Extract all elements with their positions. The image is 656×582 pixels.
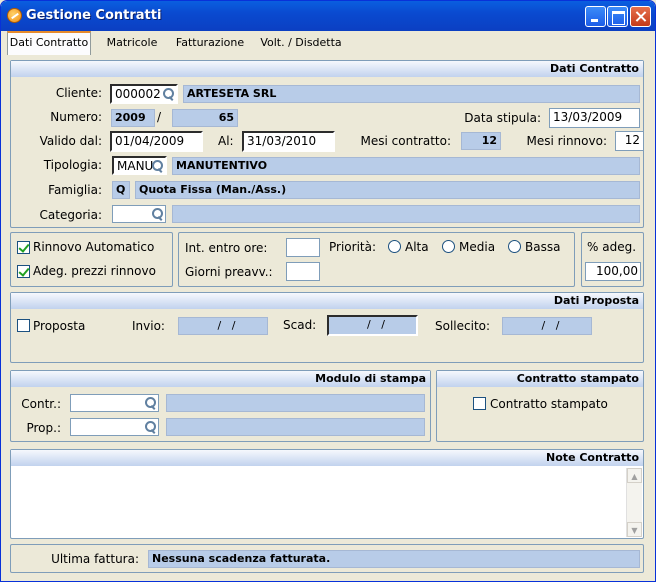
priorita-label: Priorità: [329,240,377,254]
search-icon[interactable] [151,207,164,221]
famiglia-code-field: Q [112,181,130,199]
al-label: Al: [218,134,234,148]
adeg-perc-group: % adeg. 100,00 [581,232,644,287]
contract-panel: Dati Contratto Cliente: 000002 ARTESETA … [10,60,644,228]
window: Gestione Contratti Dati Contratto Matric… [0,0,656,582]
close-button[interactable] [630,6,651,27]
search-icon[interactable] [162,87,175,101]
stampato-header: Contratto stampato [437,371,643,387]
int-field[interactable] [286,238,320,257]
categoria-label: Categoria: [39,208,102,222]
minimize-button[interactable] [585,6,606,27]
tab-matricole[interactable]: Matricole [97,33,167,53]
stampato-label: Contratto stampato [490,397,608,411]
mesi-rinnovo-field[interactable]: 12 [615,131,644,151]
modulo-panel: Modulo di stampa Contr.: Prop.: [10,370,431,442]
numero-separator: / [157,110,162,124]
priority-bassa-radio[interactable] [508,240,521,253]
search-icon[interactable] [151,159,164,173]
tab-volt-disdetta[interactable]: Volt. / Disdetta [253,33,349,53]
contract-header: Dati Contratto [11,61,643,77]
maximize-button[interactable] [607,6,628,27]
adeg-label: Adeg. prezzi rinnovo [33,264,156,278]
proposta-panel: Dati Proposta Proposta Invio: / / Scad: … [10,292,644,363]
stipula-field[interactable]: 13/03/2009 [549,108,640,128]
giorni-label: Giorni preavv.: [185,265,273,279]
famiglia-label: Famiglia: [48,183,102,197]
priority-alta-radio[interactable] [388,240,401,253]
sollecito-label: Sollecito: [435,319,491,333]
mesi-rinnovo-label: Mesi rinnovo: [526,134,607,148]
ultima-field: Nessuna scadenza fatturata. [148,550,640,568]
numero-label: Numero: [50,110,102,124]
mesi-contratto-label: Mesi contratto: [360,134,451,148]
contr-name-field [166,394,425,412]
invio-field: / / [178,317,268,335]
valido-label: Valido dal: [39,134,102,148]
int-label: Int. entro ore: [185,241,268,255]
giorni-field[interactable] [286,262,320,281]
note-textarea[interactable] [13,468,625,536]
famiglia-name-field: Quota Fissa (Man./Ass.) [135,181,640,199]
modulo-header: Modulo di stampa [11,371,430,387]
search-icon[interactable] [144,420,157,434]
numero-year-field: 2009 [111,109,155,127]
stipula-label: Data stipula: [464,111,541,125]
ultima-label: Ultima fattura: [51,552,139,566]
footer-panel: Ultima fattura: Nessuna scadenza fattura… [10,544,644,573]
tipologia-code-field[interactable]: MANU [112,156,167,175]
prop-code-field[interactable] [70,418,159,436]
categoria-name-field [172,205,640,223]
tab-dati-contratto[interactable]: Dati Contratto [7,31,91,55]
numero-num-field: 65 [172,109,238,127]
valido-field[interactable]: 01/04/2009 [110,131,203,152]
adeg-checkbox[interactable] [17,265,30,278]
rinnovo-checkbox[interactable] [17,241,30,254]
intervention-group: Int. entro ore: Giorni preavv.: Priorità… [178,232,575,287]
cliente-name-field: ARTESETA SRL [183,85,640,103]
title-bar[interactable]: Gestione Contratti [1,1,655,31]
tipologia-name-field: MANUTENTIVO [172,157,640,175]
proposta-header: Dati Proposta [11,293,643,309]
rinnovo-label: Rinnovo Automatico [33,240,155,254]
note-header: Note Contratto [11,450,643,466]
tipologia-label: Tipologia: [43,158,102,172]
cliente-code-field[interactable]: 000002 [110,84,178,104]
priority-media-label: Media [459,240,496,254]
prop-name-field [166,418,425,436]
priority-alta-label: Alta [405,240,429,254]
sollecito-field: / / [502,317,592,335]
scroll-down-icon[interactable]: ▼ [627,522,642,537]
proposta-checkbox[interactable] [17,319,30,332]
perc-field[interactable]: 100,00 [585,262,641,281]
note-panel: Note Contratto ▲ ▼ [10,449,644,539]
priority-bassa-label: Bassa [525,240,561,254]
note-scrollbar[interactable]: ▲ ▼ [626,468,642,537]
contr-code-field[interactable] [70,394,159,412]
scroll-up-icon[interactable]: ▲ [627,468,642,483]
app-icon [7,8,22,23]
scad-label: Scad: [283,318,317,332]
perc-label: % adeg. [587,240,637,254]
tab-fatturazione[interactable]: Fatturazione [171,33,249,53]
window-title: Gestione Contratti [26,8,162,23]
stampato-panel: Contratto stampato Contratto stampato [436,370,644,442]
renewal-group: Rinnovo Automatico Adeg. prezzi rinnovo [10,232,173,287]
al-field[interactable]: 31/03/2010 [242,131,335,152]
mesi-contratto-field: 12 [461,132,501,150]
prop-label: Prop.: [26,421,61,435]
priority-media-radio[interactable] [442,240,455,253]
contr-label: Contr.: [21,397,61,411]
stampato-checkbox[interactable] [473,397,486,410]
scad-field[interactable]: / / [327,315,418,336]
tab-strip: Dati Contratto Matricole Fatturazione Vo… [5,31,651,55]
search-icon[interactable] [144,396,157,410]
cliente-label: Cliente: [55,86,102,100]
invio-label: Invio: [132,319,165,333]
proposta-label: Proposta [33,319,86,333]
categoria-code-field[interactable] [112,205,166,223]
